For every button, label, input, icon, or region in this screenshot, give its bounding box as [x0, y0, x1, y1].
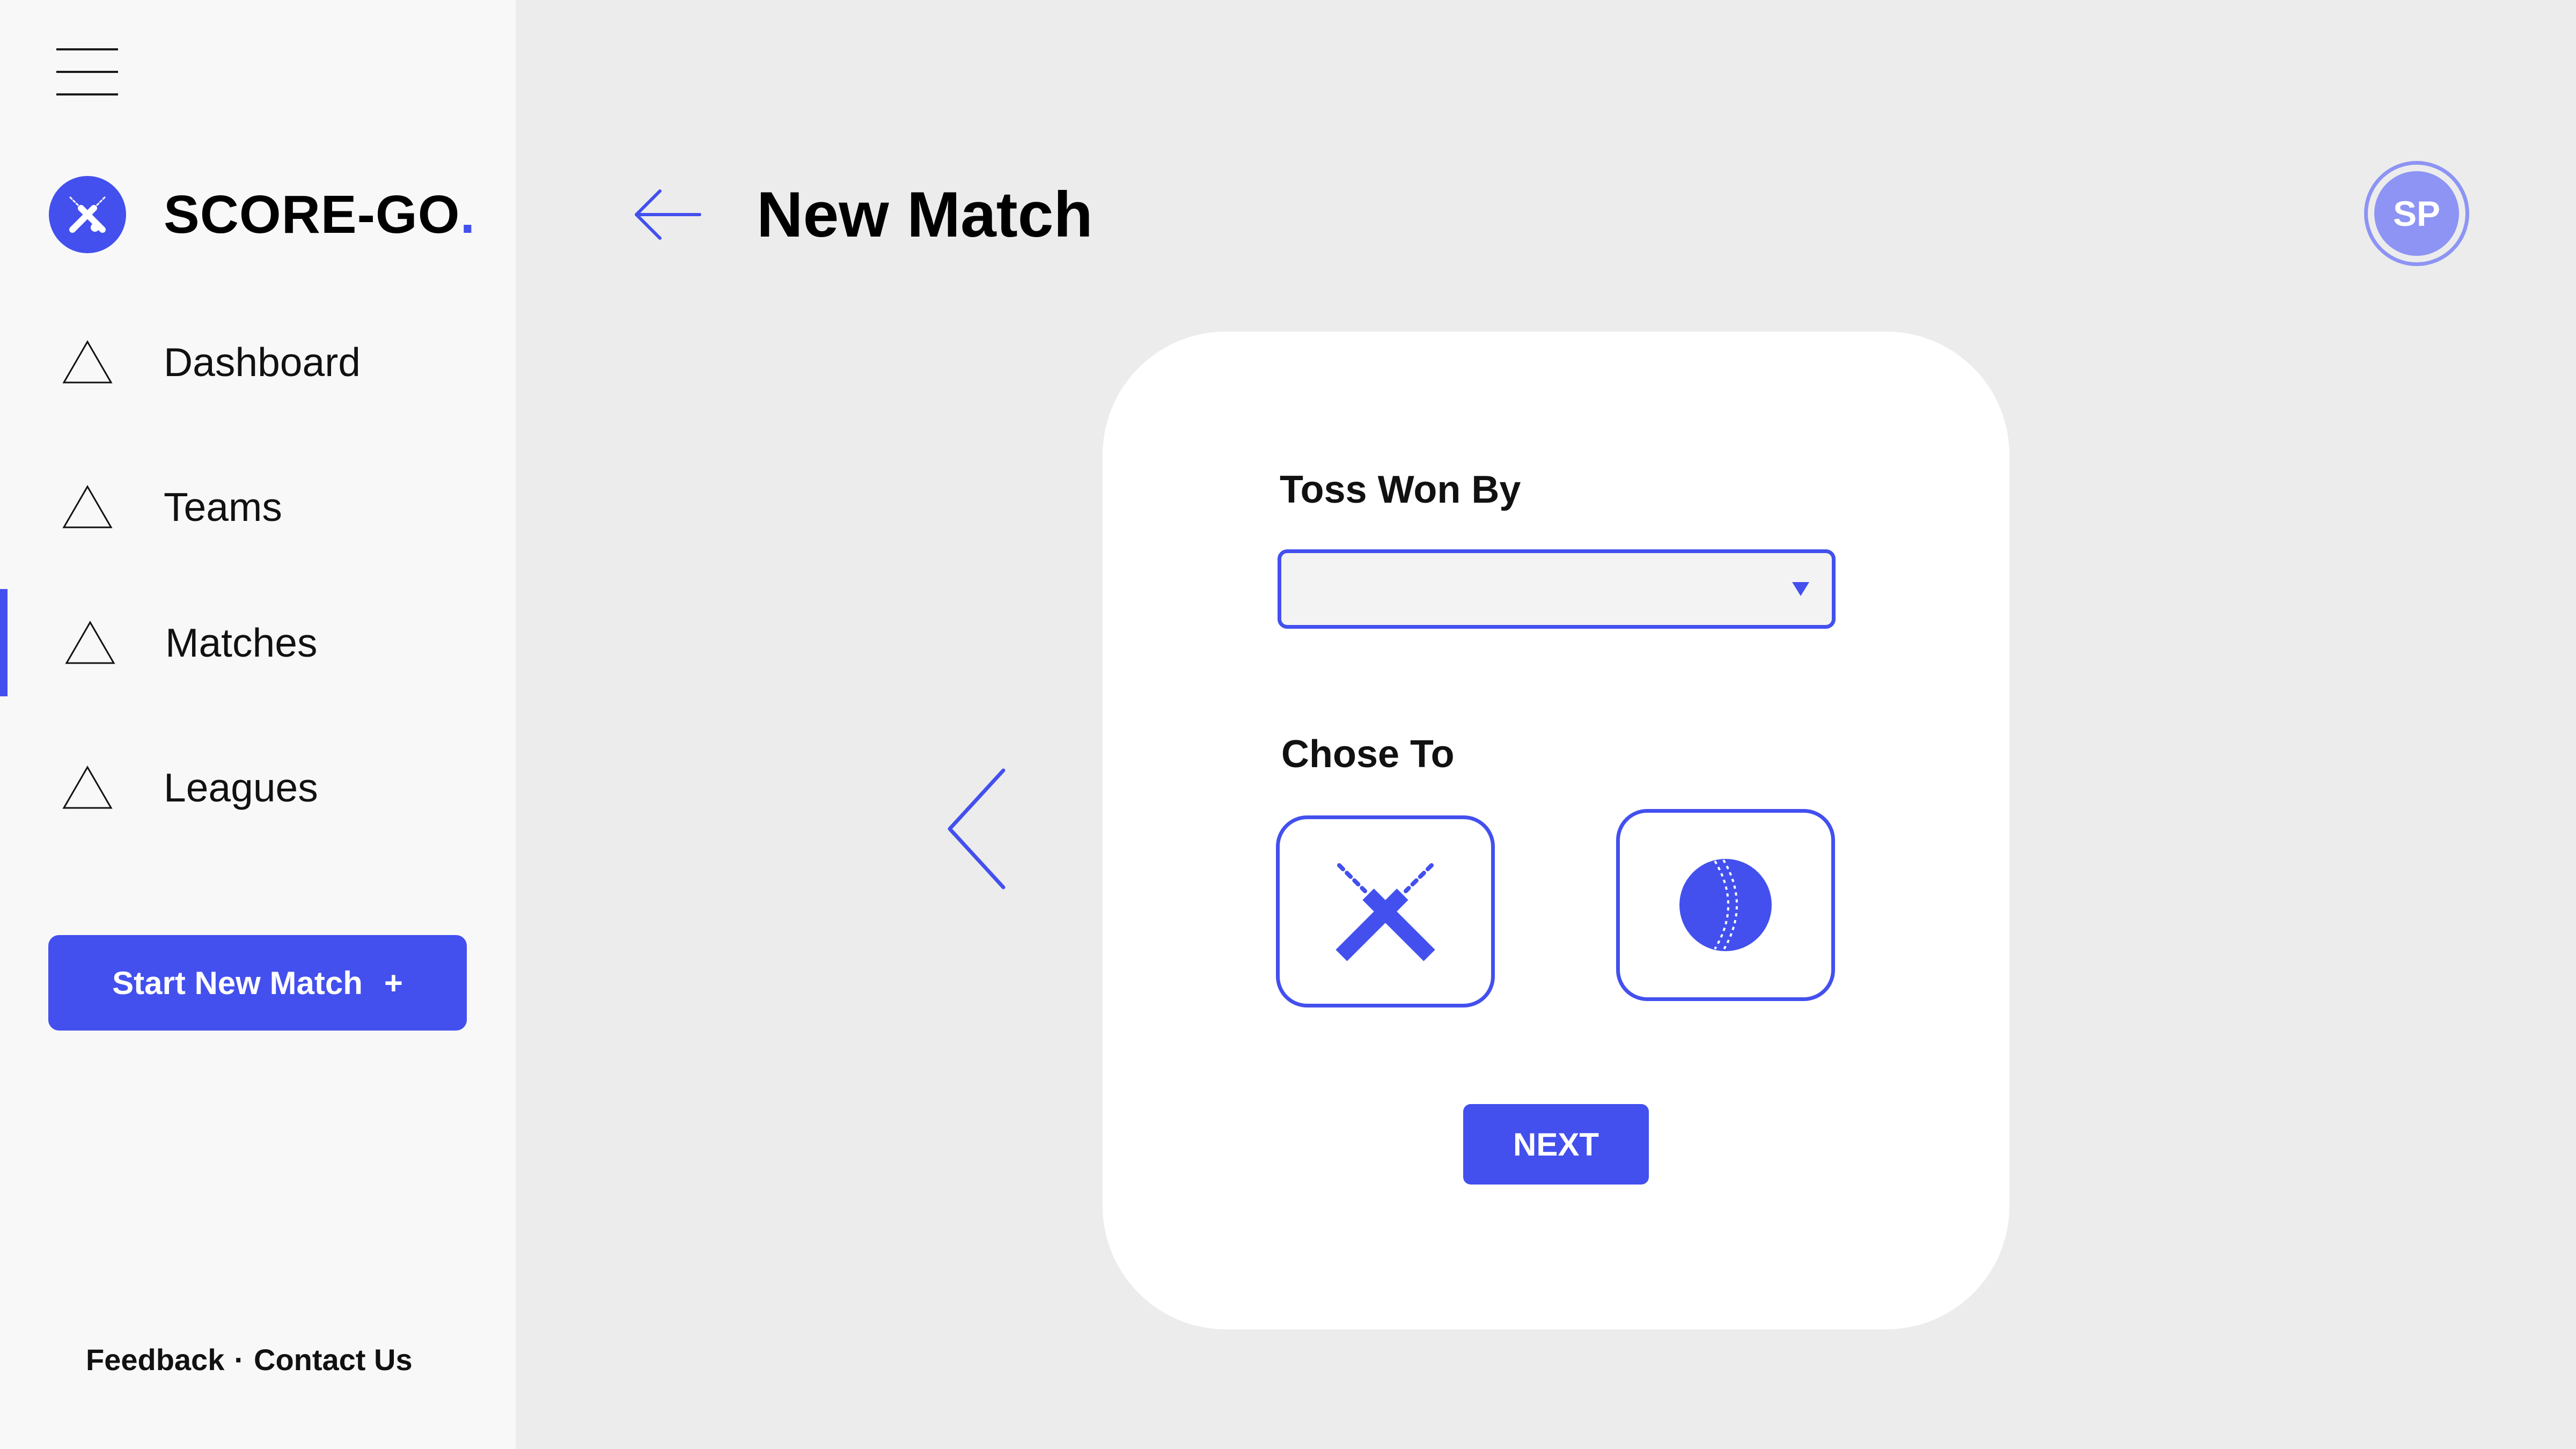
active-indicator — [0, 589, 8, 696]
triangle-icon — [62, 766, 113, 809]
start-new-match-button[interactable]: Start New Match + — [48, 935, 467, 1031]
crossed-bats-icon — [1335, 863, 1435, 961]
nav-item-teams[interactable]: Teams — [0, 453, 516, 561]
chevron-left-icon[interactable] — [944, 767, 1009, 891]
triangle-icon — [62, 485, 113, 528]
brand-logo-icon — [49, 176, 126, 253]
cricket-ball-icon — [1679, 859, 1772, 951]
app-root: SCORE-GO. Dashboard Teams Matches League… — [0, 0, 2576, 1449]
nav-item-dashboard[interactable]: Dashboard — [0, 308, 516, 416]
footer-links: Feedback · Contact Us — [86, 1338, 413, 1381]
nav-label-dashboard: Dashboard — [164, 340, 361, 385]
feedback-link[interactable]: Feedback — [86, 1343, 224, 1377]
start-new-match-label: Start New Match — [112, 965, 363, 1001]
nav-item-matches[interactable]: Matches — [0, 589, 516, 696]
chose-to-label: Chose To — [1281, 733, 1455, 776]
nav-label-matches: Matches — [165, 620, 318, 665]
page-title: New Match — [757, 179, 1093, 251]
brand-dot: . — [460, 185, 476, 245]
toss-won-by-label: Toss Won By — [1280, 468, 1521, 511]
bat-choice-button[interactable] — [1276, 815, 1495, 1007]
brand-name: SCORE-GO. — [164, 185, 476, 245]
plus-icon: + — [384, 965, 403, 1001]
nav-label-leagues: Leagues — [164, 765, 318, 810]
arrow-left-icon[interactable] — [633, 188, 703, 241]
contact-us-link[interactable]: Contact Us — [254, 1343, 413, 1377]
avatar-initials: SP — [2374, 171, 2459, 256]
triangle-icon — [65, 621, 115, 664]
footer-separator: · — [234, 1343, 244, 1377]
sidebar: SCORE-GO. Dashboard Teams Matches League… — [0, 0, 516, 1449]
triangle-icon — [62, 340, 113, 384]
bowl-choice-button[interactable] — [1616, 809, 1835, 1001]
next-button[interactable]: NEXT — [1463, 1104, 1649, 1185]
toss-card: Toss Won By Chose To NEXT — [1103, 332, 2009, 1329]
avatar[interactable]: SP — [2364, 161, 2469, 266]
triangle-down-icon — [1792, 582, 1809, 596]
hamburger-menu-icon[interactable] — [56, 48, 118, 97]
nav-label-teams: Teams — [164, 484, 282, 529]
nav-item-leagues[interactable]: Leagues — [0, 734, 516, 841]
toss-won-by-select[interactable] — [1278, 549, 1836, 629]
